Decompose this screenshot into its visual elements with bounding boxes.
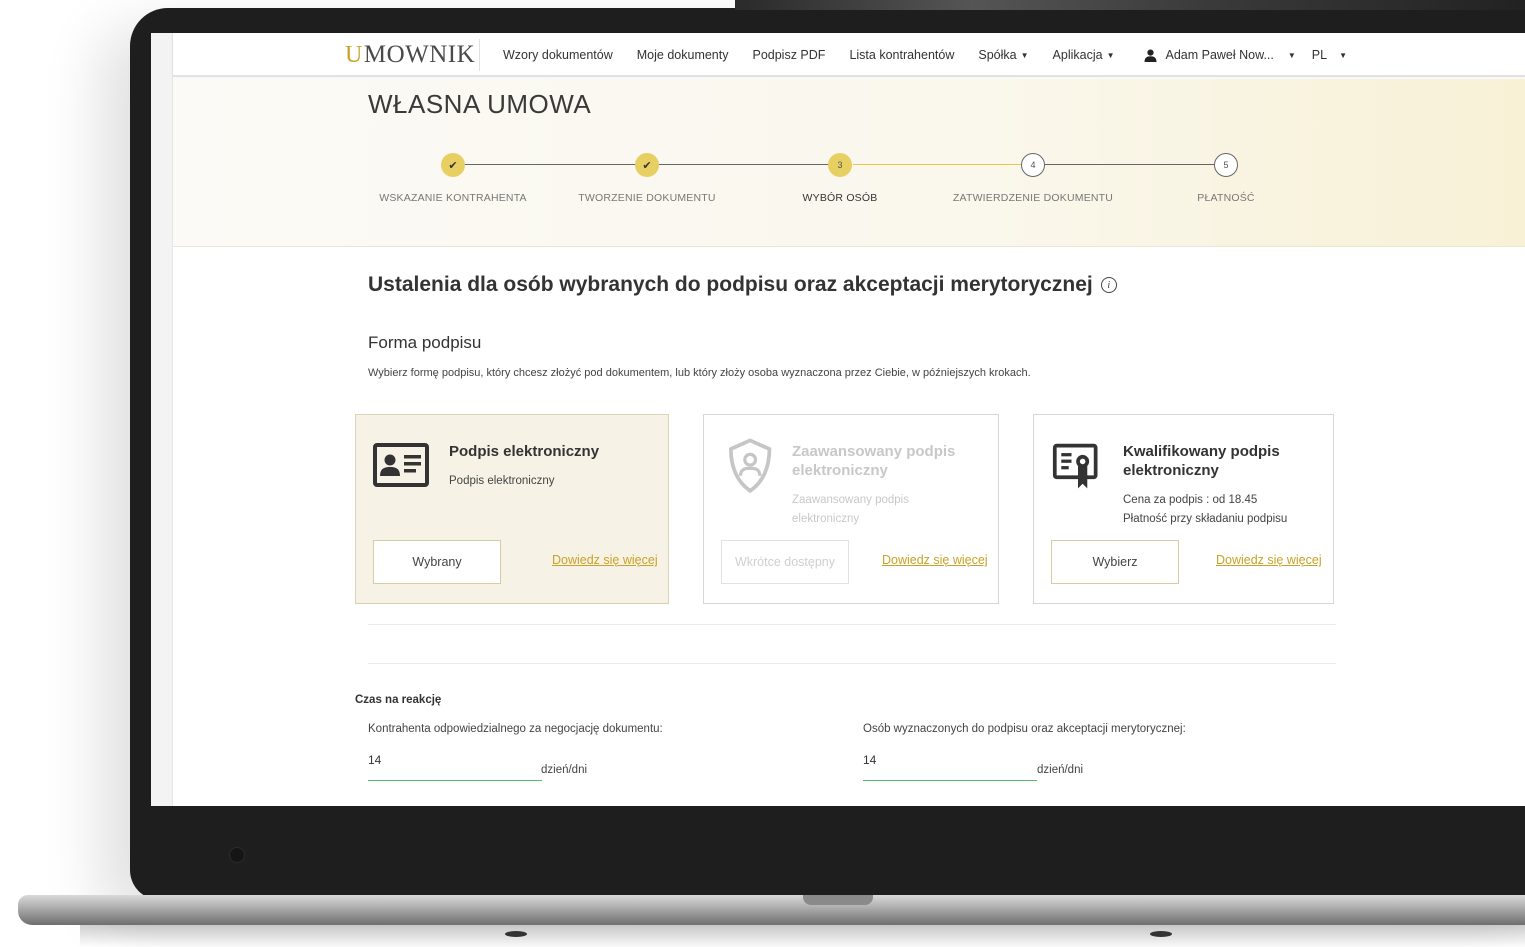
laptop-foot	[1150, 931, 1172, 937]
card-zaawansowany-podpis: Zaawansowany podpis elektroniczny Zaawan…	[703, 414, 999, 604]
card-title: Podpis elektroniczny	[449, 443, 600, 460]
signature-form-description: Wybierz formę podpisu, który chcesz złoż…	[368, 367, 1031, 379]
screen: U MOWNIK Wzory dokumentów Moje dokumenty…	[151, 33, 1525, 806]
shield-icon	[728, 438, 772, 493]
nav-link-wzory[interactable]: Wzory dokumentów	[491, 48, 625, 62]
signature-form-heading: Forma podpisu	[368, 333, 482, 352]
selected-button[interactable]: Wybrany	[373, 540, 501, 584]
nav-dropdown-aplikacja-label: Aplikacja	[1052, 48, 1103, 62]
card-price: Cena za podpis : od 18.45	[1123, 494, 1258, 506]
id-card-icon	[373, 443, 429, 487]
checkmark-icon: ✔	[448, 159, 458, 172]
card-description: Zaawansowany podpis elektroniczny	[792, 494, 909, 525]
learn-more-link[interactable]: Dowiedz się więcej	[1216, 553, 1322, 567]
section-heading: Ustalenia dla osób wybranych do podpisu …	[368, 273, 1117, 297]
card-description: Podpis elektroniczny	[449, 475, 555, 487]
nav-link-lista-kontrahentow[interactable]: Lista kontrahentów	[837, 48, 966, 62]
wizard-header: WŁASNA UMOWA ✔ ✔ 3 4 5 WSKAZANIE KONTRAH…	[173, 79, 1525, 247]
step-connector	[465, 164, 647, 165]
top-navbar: U MOWNIK Wzory dokumentów Moje dokumenty…	[173, 33, 1525, 77]
days-unit-label: dzień/dni	[1037, 764, 1084, 776]
counterparty-time-label: Kontrahenta odpowiedzialnego za negocjac…	[368, 723, 663, 735]
laptop-base	[18, 895, 1525, 925]
nav-link-podpisz-pdf[interactable]: Podpisz PDF	[740, 48, 837, 62]
logo-text: MOWNIK	[363, 41, 476, 68]
progress-stepper: ✔ ✔ 3 4 5 WSKAZANIE KONTRAHENTA TWORZENI…	[173, 79, 1525, 247]
step-connector	[659, 164, 841, 165]
reaction-time-heading: Czas na reakcję	[355, 694, 442, 706]
nav-dropdown-spolka[interactable]: Spółka ▼	[966, 48, 1040, 62]
section-divider	[368, 663, 1336, 664]
nav-link-moje-dokumenty[interactable]: Moje dokumenty	[625, 48, 741, 62]
section-divider	[368, 624, 1336, 625]
step-label-4: ZATWIERDZENIE DOKUMENTU	[952, 192, 1114, 204]
card-payment-note: Płatność przy składaniu podpisu	[1123, 513, 1288, 525]
card-kwalifikowany-podpis[interactable]: Kwalifikowany podpis elektroniczny Cena …	[1033, 414, 1334, 604]
nav-dropdown-aplikacja[interactable]: Aplikacja ▼	[1041, 48, 1127, 62]
signers-time-label: Osób wyznaczonych do podpisu oraz akcept…	[863, 723, 1186, 735]
nav-links: Wzory dokumentów Moje dokumenty Podpisz …	[491, 33, 1359, 77]
caret-down-icon: ▼	[1287, 50, 1296, 60]
coming-soon-button: Wkrótce dostępny	[721, 540, 849, 584]
umownik-logo[interactable]: U MOWNIK	[345, 40, 475, 70]
caret-down-icon: ▼	[1106, 50, 1115, 60]
signers-days-input[interactable]	[863, 749, 1037, 781]
step-label-5: PŁATNOŚĆ	[1197, 192, 1255, 204]
step-label-3: WYBÓR OSÓB	[802, 192, 878, 204]
nav-dropdown-spolka-label: Spółka	[978, 48, 1017, 62]
nav-divider	[479, 39, 480, 71]
step-connector	[1045, 164, 1227, 165]
laptop-shadow	[80, 925, 1525, 947]
logo-initial: U	[345, 41, 363, 68]
browser-edge	[151, 33, 173, 806]
counterparty-days-input[interactable]	[368, 749, 542, 781]
checkmark-icon: ✔	[642, 159, 652, 172]
step-connector-active	[853, 164, 1033, 165]
step-2-done: ✔	[635, 153, 659, 177]
certificate-icon	[1052, 443, 1098, 489]
step-label-1: WSKAZANIE KONTRAHENTA	[379, 192, 527, 204]
card-title: Kwalifikowany podpis elektroniczny	[1123, 443, 1280, 479]
step-3-current: 3	[828, 153, 852, 177]
laptop-camera	[229, 847, 245, 863]
step-5: 5	[1214, 153, 1238, 177]
days-unit-label: dzień/dni	[541, 764, 588, 776]
user-name: Adam Paweł Now...	[1165, 48, 1274, 62]
caret-down-icon: ▼	[1339, 50, 1348, 60]
step-label-2: TWORZENIE DOKUMENTU	[578, 192, 716, 204]
laptop-lid-edge	[735, 0, 1525, 10]
user-icon	[1144, 49, 1157, 62]
user-menu[interactable]: Adam Paweł Now... ▼	[1132, 48, 1307, 62]
card-title: Zaawansowany podpis elektroniczny	[792, 443, 956, 479]
laptop-foot	[505, 931, 527, 937]
language-select[interactable]: PL ▼	[1308, 48, 1359, 62]
laptop-base-notch	[803, 895, 873, 905]
caret-down-icon: ▼	[1020, 50, 1029, 60]
learn-more-link[interactable]: Dowiedz się więcej	[882, 553, 988, 567]
step-1-done: ✔	[441, 153, 465, 177]
choose-button[interactable]: Wybierz	[1051, 540, 1179, 584]
step-4: 4	[1021, 153, 1045, 177]
info-icon[interactable]: i	[1100, 277, 1117, 293]
learn-more-link[interactable]: Dowiedz się więcej	[552, 553, 658, 567]
card-podpis-elektroniczny[interactable]: Podpis elektroniczny Podpis elektroniczn…	[355, 414, 669, 604]
language-label: PL	[1311, 48, 1328, 62]
section-heading-text: Ustalenia dla osób wybranych do podpisu …	[368, 273, 1093, 296]
